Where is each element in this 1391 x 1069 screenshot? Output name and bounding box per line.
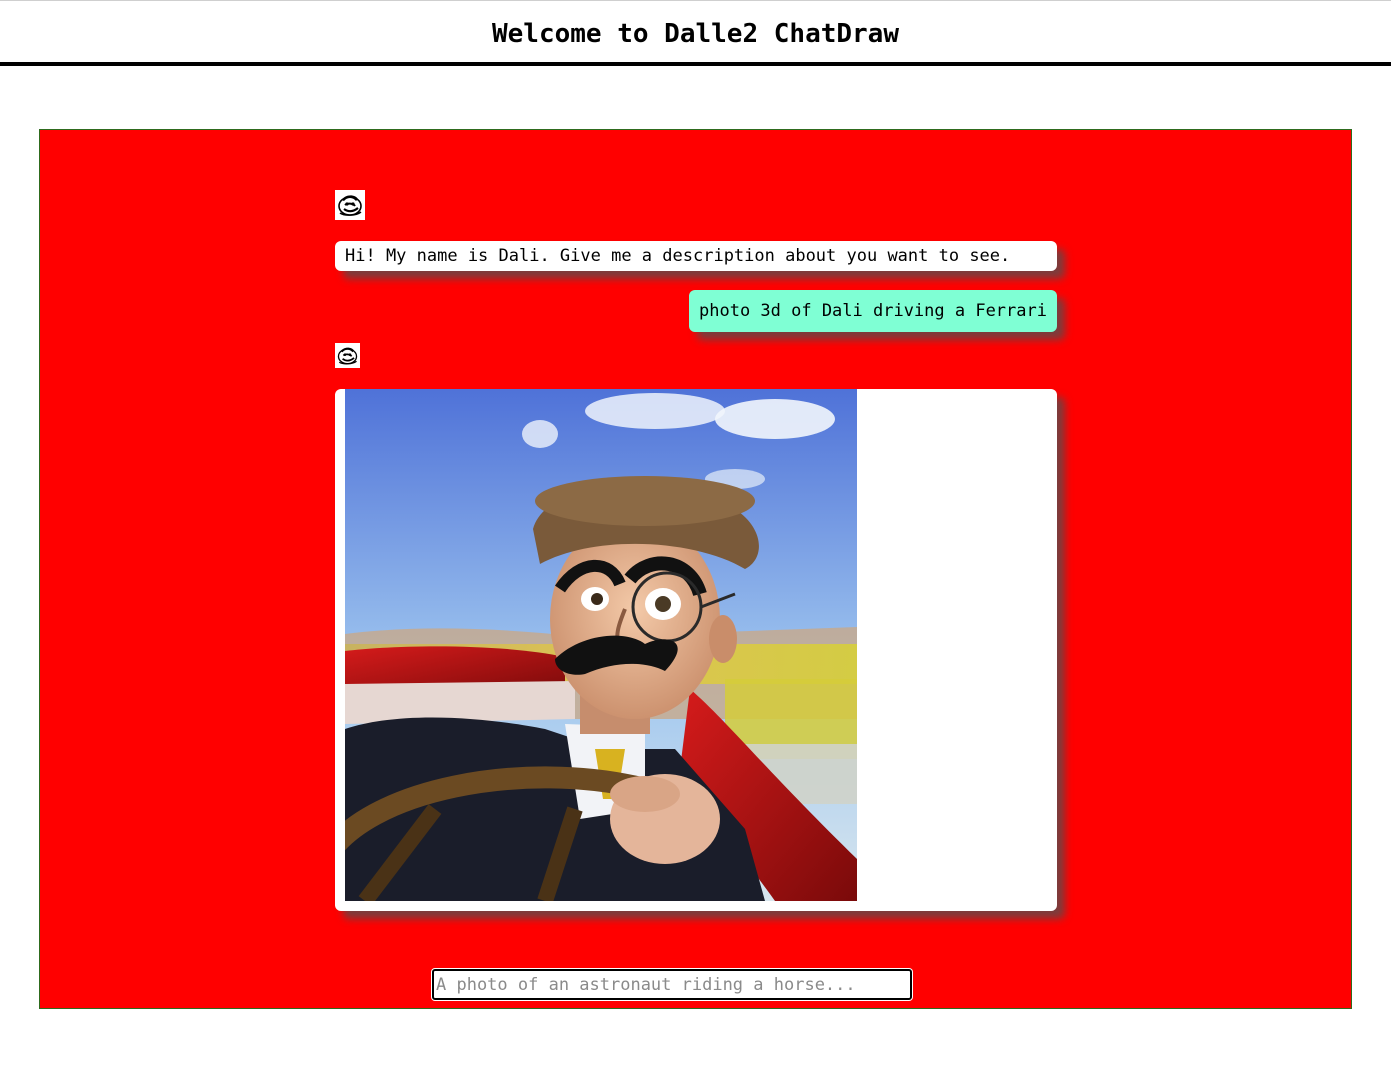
page-header: Welcome to Dalle2 ChatDraw: [0, 0, 1391, 66]
dali-avatar-icon: [335, 190, 365, 220]
bot-message-text: Hi! My name is Dali. Give me a descripti…: [345, 246, 1011, 266]
user-message-text: photo 3d of Dali driving a Ferrari: [699, 301, 1047, 321]
dali-avatar-icon: [335, 343, 360, 368]
prompt-input[interactable]: [432, 969, 912, 1000]
bot-message: Hi! My name is Dali. Give me a descripti…: [335, 241, 1057, 271]
bot-image-message: [335, 389, 1057, 911]
user-message: photo 3d of Dali driving a Ferrari: [689, 290, 1057, 332]
page: Welcome to Dalle2 ChatDraw Hi! My name i…: [0, 0, 1391, 1069]
page-title: Welcome to Dalle2 ChatDraw: [492, 18, 899, 49]
generated-image: [345, 389, 857, 901]
chat-panel: Hi! My name is Dali. Give me a descripti…: [39, 129, 1352, 1009]
